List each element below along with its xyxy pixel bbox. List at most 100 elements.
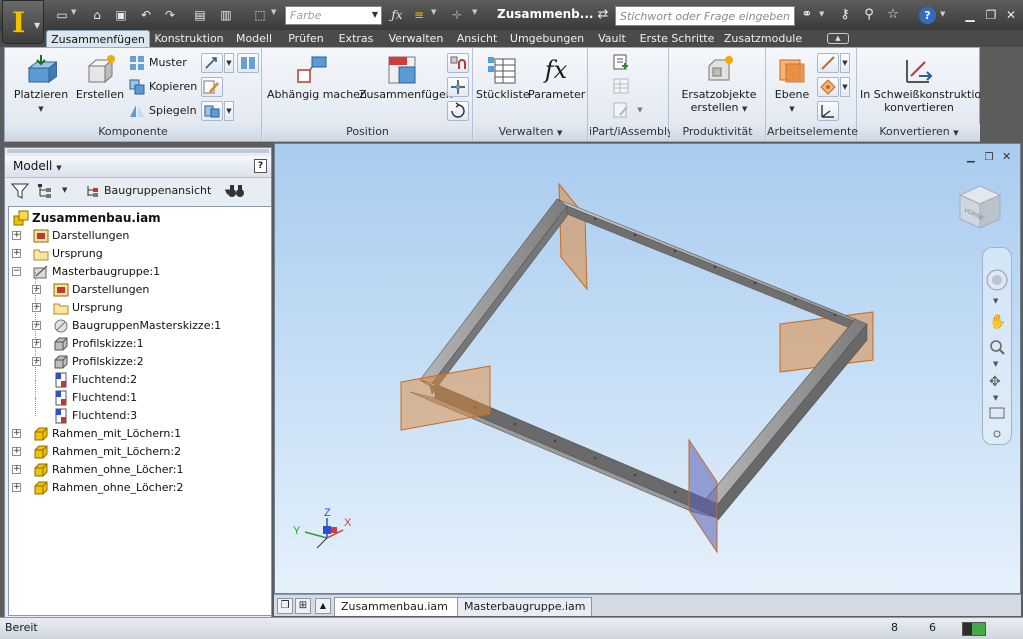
exchange-icon[interactable]: ⇄ [594,7,612,23]
look-at-icon[interactable] [989,407,1005,419]
application-menu-button[interactable]: I ▼ [2,0,44,44]
doc-tab-masterbaugruppe[interactable]: Masterbaugruppe.iam [457,597,593,616]
ipart-edit-dropdown[interactable]: ▼ [635,101,645,121]
minimize-icon[interactable]: ▁ [962,7,978,23]
tree-item[interactable]: Rahmen_ohne_Löcher:2 [52,479,184,497]
tree-expander[interactable]: + [12,447,21,456]
tab-extras[interactable]: Extras [334,30,378,47]
restore-icon[interactable]: ❐ [983,7,999,23]
tree-expander[interactable]: + [12,429,21,438]
zusammenfuegen-button[interactable]: Zusammenfügen [359,54,453,101]
search-dropdown-icon[interactable]: ▼ [819,10,824,18]
tree-expander[interactable]: + [32,357,41,366]
shrinkwrap-button[interactable] [201,101,223,121]
muster-button[interactable]: Muster [129,53,187,73]
tree-expander[interactable]: − [12,267,21,276]
work-axis-button[interactable] [817,53,839,73]
tree-expander[interactable]: + [32,339,41,348]
tree-expander[interactable]: + [32,321,41,330]
work-plane[interactable] [558,182,588,291]
binoculars-icon[interactable] [227,183,245,199]
tree-item[interactable]: Rahmen_mit_Löchern:1 [52,425,181,443]
tree-structure-icon[interactable] [37,183,55,199]
platzieren-button[interactable]: Platzieren ▼ [11,54,71,114]
work-plane[interactable] [688,438,718,554]
tab-ansicht[interactable]: Ansicht [452,30,502,47]
viewport-restore-icon[interactable]: ❐ [985,152,999,163]
update-icon[interactable]: ▤ [192,8,208,22]
close-icon[interactable]: ✕ [1003,7,1019,23]
pan-hand-icon[interactable]: ✋ [989,313,1006,330]
favorites-star-icon[interactable]: ☆ [884,7,902,23]
tab-vault[interactable]: Vault [592,30,632,47]
shrinkwrap-dropdown[interactable]: ▼ [224,101,234,121]
function-icon[interactable]: ƒx [389,8,405,22]
tree-item[interactable]: Darstellungen [72,281,149,299]
tab-konstruktion[interactable]: Konstruktion [151,30,227,47]
grip-snap-button[interactable] [237,53,259,73]
ipart-table-button[interactable] [611,77,633,97]
create-ipart-button[interactable] [611,53,633,73]
tree-expander[interactable]: + [12,483,21,492]
tab-zusammenfuegen[interactable]: Zusammenfügen [46,30,150,47]
line-weight-dropdown-icon[interactable]: ▼ [431,8,436,16]
tree-item[interactable]: Profilskizze:1 [72,335,144,353]
select-dropdown-icon[interactable]: ▼ [271,8,276,16]
frame-beam[interactable] [419,198,568,387]
free-rotate-button[interactable] [447,101,469,121]
tab-pruefen[interactable]: Prüfen [283,30,329,47]
panel-label-konvertieren[interactable]: Konvertieren ▼ [858,124,980,141]
ucs-button[interactable] [817,101,839,121]
browser-view-select[interactable]: Baugruppenansicht ▼ [85,181,230,201]
redo-icon[interactable]: ↷ [162,8,178,22]
tree-expander[interactable]: + [32,285,41,294]
tree-item[interactable]: Fluchtend:2 [72,371,137,389]
save-icon[interactable]: ▣ [113,8,129,22]
edit-pattern-button[interactable] [201,77,223,97]
tab-umgebungen[interactable]: Umgebungen [506,30,588,47]
tree-item[interactable]: Darstellungen [52,227,129,245]
work-axis-dropdown[interactable]: ▼ [840,53,850,73]
viewcube[interactable]: VORNE [958,184,1002,230]
ebene-button[interactable]: Ebene ▼ [771,54,813,114]
measure-dropdown-icon[interactable]: ▼ [472,8,477,16]
satellite-icon[interactable]: ⚲ [860,7,878,23]
frame-beam[interactable] [429,205,568,395]
stueckliste-button[interactable]: Stückliste [476,54,530,101]
tab-modell[interactable]: Modell [231,30,277,47]
tree-item[interactable]: Rahmen_ohne_Löcher:1 [52,461,184,479]
tab-zusatzmodule[interactable]: Zusatzmodule [722,30,804,47]
viewport-close-icon[interactable]: ✕ [1002,150,1016,163]
tree-expander[interactable]: + [32,303,41,312]
undo-icon[interactable]: ↶ [138,8,154,22]
tree-item[interactable]: Ursprung [72,299,123,317]
steering-dropdown-icon[interactable]: ▼ [993,297,999,305]
tree-expander[interactable]: + [12,231,21,240]
tree-item[interactable]: Rahmen_mit_Löchern:2 [52,443,181,461]
browser-help-button[interactable]: ? [254,159,267,173]
tab-verwalten[interactable]: Verwalten [384,30,448,47]
select-icon[interactable]: ⬚ [252,8,268,22]
frame-beam[interactable] [556,198,866,327]
orbit-dropdown-icon[interactable]: ▼ [993,394,999,402]
browser-title-menu[interactable]: Modell ▼ [13,159,62,173]
tile-windows-icon[interactable]: ⊞ [295,598,311,614]
line-weight-icon[interactable]: ≡ [411,8,427,22]
ersatzobjekte-erstellen-button[interactable]: Ersatzobjekte erstellen ▼ [676,54,762,114]
tree-item[interactable]: Fluchtend:1 [72,389,137,407]
work-point-dropdown[interactable]: ▼ [840,77,850,97]
doc-tab-zusammenbau[interactable]: Zusammenbau.iam ⊠ [334,597,473,616]
navbar-options-icon[interactable] [993,430,1001,438]
tree-item[interactable]: Masterbaugruppe:1 [52,263,160,281]
erstellen-button[interactable]: Erstellen [75,54,125,101]
tab-erste-schritte[interactable]: Erste Schritte [636,30,718,47]
new-file-icon[interactable]: ▭ [54,8,70,22]
tree-item[interactable]: Profilskizze:2 [72,353,144,371]
free-move-button[interactable] [447,77,469,97]
work-point-button[interactable] [817,77,839,97]
help-search-input[interactable]: Stichwort oder Frage eingeben [615,6,795,26]
tree-expander[interactable]: + [12,465,21,474]
frame-beam[interactable] [566,205,866,335]
filter-icon[interactable] [11,183,29,199]
panel-label-verwalten[interactable]: Verwalten ▼ [474,124,587,141]
